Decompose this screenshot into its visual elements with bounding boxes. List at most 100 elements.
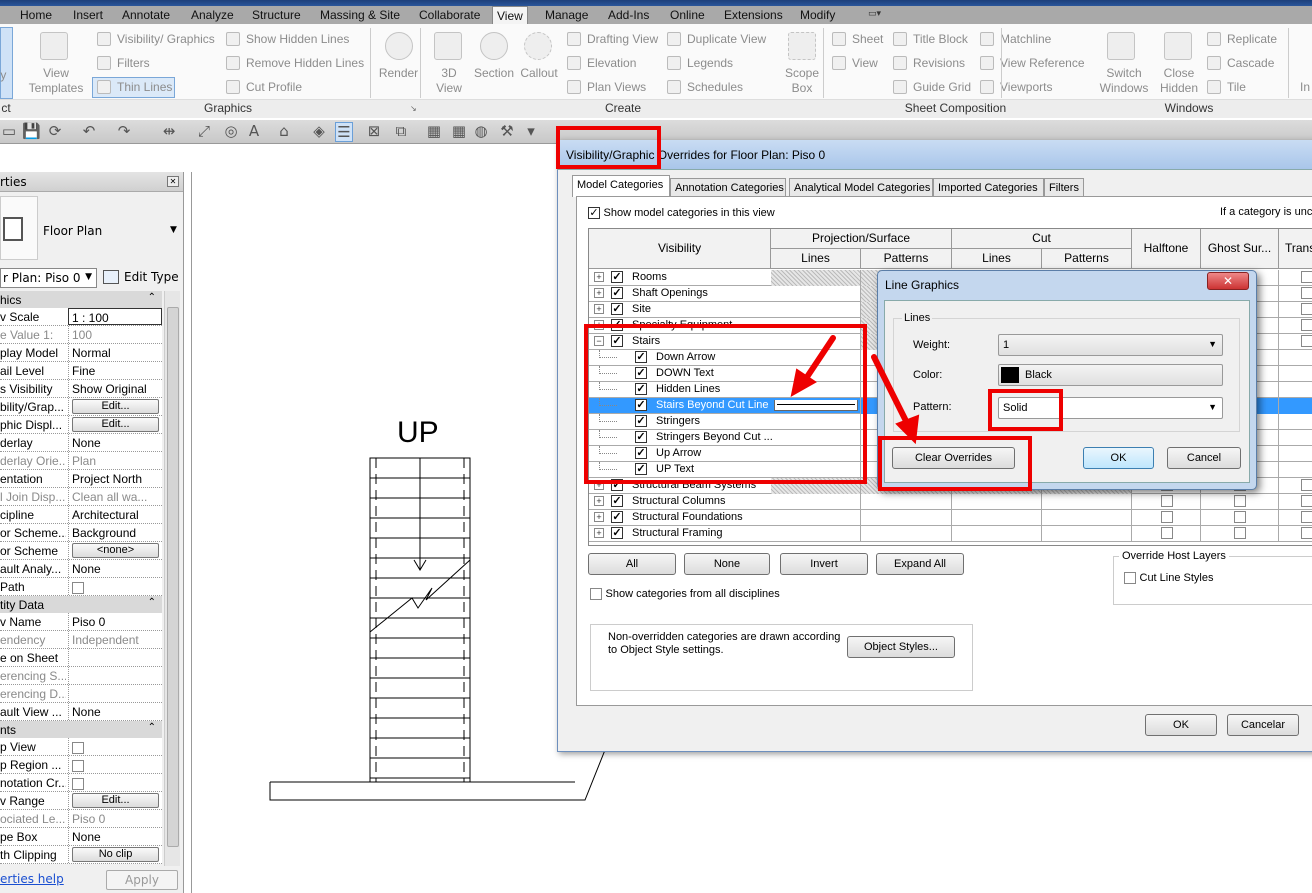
category-visibility-checkbox[interactable]: ✓ [635,351,647,363]
replicate-button[interactable]: Replicate [1227,32,1277,46]
category-cell[interactable] [952,526,1042,542]
view-templates-button[interactable]: View Templates [26,66,86,96]
property-value[interactable] [68,738,162,755]
apply-button[interactable]: Apply [106,870,178,890]
property-value[interactable]: Background [68,524,162,541]
switch-windows-icon[interactable]: ⧉ [392,122,410,140]
property-checkbox[interactable] [72,741,84,754]
category-cell[interactable] [771,462,861,478]
section-icon[interactable]: ◈ [310,122,328,140]
category-cell[interactable] [771,302,861,318]
weight-dropdown[interactable]: 1 ▼ [998,334,1223,356]
category-cell[interactable] [861,510,952,526]
tab-online[interactable]: Online [666,6,709,24]
transparent-checkbox[interactable] [1301,479,1312,491]
ghost-surfaces-checkbox[interactable] [1234,511,1246,523]
sync-icon[interactable]: ⟳ [46,122,64,140]
properties-section-header[interactable]: hics ⌃ [0,291,162,308]
tile-button[interactable]: Tile [1227,80,1246,94]
collapse-chevron-icon[interactable]: ⌃ [148,292,156,303]
tab-collaborate[interactable]: Collaborate [415,6,484,24]
tab-view[interactable]: View [492,6,528,24]
category-cell[interactable] [771,494,861,510]
open-icon[interactable]: ▭ [0,122,18,140]
category-row[interactable]: + ✓ Structural Framing [589,526,1312,542]
transparent-checkbox[interactable] [1301,303,1312,315]
view-reference-button[interactable]: View Reference [1000,56,1085,70]
category-visibility-checkbox[interactable]: ✓ [635,383,647,395]
3d-view-button[interactable]: 3D View [432,66,466,96]
scope-box-button[interactable]: Scope Box [780,66,824,96]
tab-annotation-categories[interactable]: Annotation Categories [670,178,786,197]
plan-views-button[interactable]: Plan Views [587,80,646,94]
measure-icon[interactable]: ⇹ [160,122,178,140]
expand-all-button[interactable]: Expand All [876,553,964,575]
tab-add-ins[interactable]: Add-Ins [604,6,653,24]
tab-annotate[interactable]: Annotate [118,6,174,24]
invert-button[interactable]: Invert [780,553,868,575]
property-value[interactable] [68,774,162,791]
clear-overrides-button[interactable]: Clear Overrides [892,447,1015,469]
show-model-categories-checkbox[interactable]: ✓ Show model categories in this view [588,206,775,219]
transparent-checkbox[interactable] [1301,495,1312,507]
category-row[interactable]: + ✓ Structural Columns [589,494,1312,510]
tab-modify[interactable]: Modify [796,6,839,24]
property-value[interactable]: Edit... [68,792,162,809]
modify-button[interactable]: fy [0,27,13,99]
property-value[interactable]: No clip [68,846,162,863]
property-edit-button[interactable]: No clip [72,847,159,862]
property-value[interactable]: None [68,828,162,845]
elevation-button[interactable]: Elevation [587,56,636,70]
visibility-graphics-button[interactable]: Visibility/ Graphics [117,32,215,46]
category-visibility-checkbox[interactable]: ✓ [611,319,623,331]
close-hidden-icon[interactable]: ⊠ [365,122,383,140]
callout-button[interactable]: Callout [516,66,562,81]
property-value[interactable]: None [68,703,162,720]
property-checkbox[interactable] [72,581,84,594]
expand-toggle-icon[interactable]: + [594,480,604,490]
category-cell[interactable] [1042,510,1132,526]
dialog-launcher-icon[interactable]: ↘ [410,104,417,113]
matchline-button[interactable]: Matchline [1000,32,1051,46]
type-selector[interactable]: Floor Plan [43,224,102,238]
schedules-button[interactable]: Schedules [687,80,743,94]
property-value[interactable]: Piso 0 [68,613,162,630]
tab-extensions[interactable]: Extensions [720,6,787,24]
tab-model-categories[interactable]: Model Categories [572,175,670,197]
category-cell[interactable] [771,270,861,286]
property-value[interactable]: Normal [68,344,162,361]
category-visibility-checkbox[interactable]: ✓ [635,447,647,459]
category-visibility-checkbox[interactable]: ✓ [635,399,647,411]
expand-toggle-icon[interactable]: + [594,288,604,298]
property-value[interactable]: 1 : 100 [68,308,162,325]
settings-icon[interactable]: ⚒ [498,122,516,140]
category-row[interactable]: + ✓ Structural Foundations [589,510,1312,526]
render-button[interactable]: Render [376,66,421,81]
category-cell[interactable] [771,334,861,350]
collapse-chevron-icon[interactable]: ⌃ [148,597,156,608]
category-visibility-checkbox[interactable]: ✓ [611,271,623,283]
expand-toggle-icon[interactable]: + [594,496,604,506]
property-edit-button[interactable]: <none> [72,543,159,558]
expand-toggle-icon[interactable]: + [594,528,604,538]
transparent-checkbox[interactable] [1301,287,1312,299]
duplicate-view-button[interactable]: Duplicate View [687,32,766,46]
property-value[interactable]: Architectural [68,506,162,523]
show-hidden-lines-button[interactable]: Show Hidden Lines [246,32,349,46]
tab-structure[interactable]: Structure [248,6,305,24]
category-cell[interactable] [771,430,861,446]
viewports-button[interactable]: Viewports [1000,80,1052,94]
undo-icon[interactable]: ↶ [80,122,98,140]
tab-imported-categories[interactable]: Imported Categories [933,178,1044,197]
expand-toggle-icon[interactable]: + [594,272,604,282]
halftone-checkbox[interactable] [1160,511,1173,523]
cut-profile-button[interactable]: Cut Profile [246,80,302,94]
interface-button[interactable]: In [1300,80,1310,94]
category-visibility-checkbox[interactable]: ✓ [611,287,623,299]
dimension-icon[interactable]: ⤢ [195,122,213,140]
halftone-checkbox[interactable] [1160,495,1173,507]
pattern-dropdown[interactable]: Solid ▼ [998,397,1223,419]
property-value[interactable]: Show Original [68,380,162,397]
property-value[interactable] [68,756,162,773]
remove-hidden-lines-button[interactable]: Remove Hidden Lines [246,56,364,70]
